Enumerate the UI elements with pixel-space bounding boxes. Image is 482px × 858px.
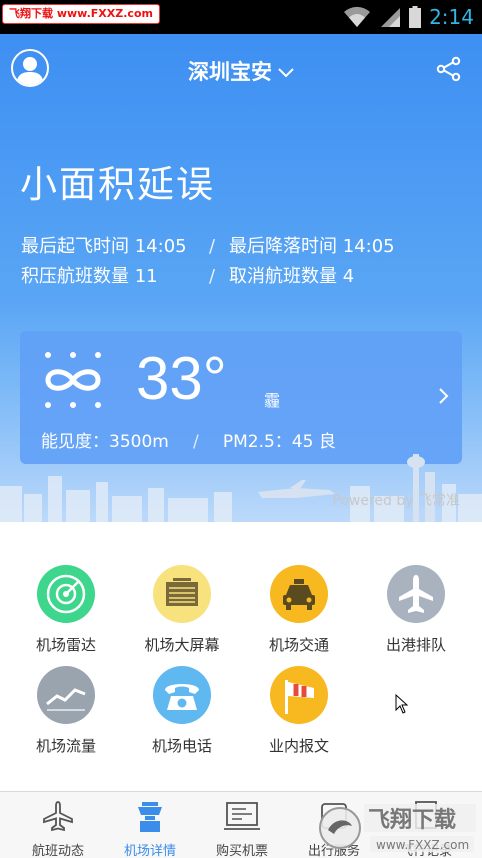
info-line-2: 积压航班数量 11 / 取消航班数量 4 bbox=[21, 262, 354, 288]
delay-status-title: 小面积延误 bbox=[20, 163, 215, 206]
tab-airport-details[interactable]: 机场详情 bbox=[102, 792, 198, 858]
radar-icon bbox=[37, 565, 95, 623]
plane-tab-icon bbox=[43, 801, 73, 832]
board-icon bbox=[153, 565, 211, 623]
tab-buy-tickets[interactable]: 购买机票 bbox=[194, 792, 290, 858]
grid-item-departure-queue[interactable]: 出港排队 bbox=[356, 565, 476, 655]
app-screen: 飞翔下载 www.FXXZ.com 2:14 深圳宝安 小面积延误 最后起飞时间… bbox=[0, 0, 482, 858]
powered-by: Powered by 飞常准 bbox=[332, 493, 460, 509]
pm25: PM2.5：45 良 bbox=[222, 432, 336, 452]
grid-item-industry-messages[interactable]: 业内报文 bbox=[239, 666, 359, 756]
city-selector[interactable]: 深圳宝安 bbox=[0, 56, 482, 86]
watermark-tag: 飞翔下载 www.FXXZ.com bbox=[2, 4, 160, 24]
grid-item-traffic[interactable]: 机场流量 bbox=[6, 666, 126, 756]
signal-icon bbox=[381, 8, 401, 27]
fxxz-logo-watermark: 飞翔下载 www.FXXZ.com bbox=[319, 804, 476, 852]
grid-item-transport[interactable]: 机场交通 bbox=[239, 565, 359, 655]
last-landing: 最后降落时间 14:05 bbox=[229, 236, 395, 257]
grid-label: 机场雷达 bbox=[35, 636, 96, 654]
status-icons: 2:14 bbox=[343, 0, 474, 34]
status-bar: 飞翔下载 www.FXXZ.com 2:14 bbox=[0, 0, 482, 34]
temperature: 33° bbox=[136, 345, 227, 412]
grid-label: 机场交通 bbox=[268, 636, 329, 654]
wifi-icon bbox=[344, 6, 371, 27]
grid-label: 机场电话 bbox=[151, 737, 212, 755]
grid-label: 机场流量 bbox=[35, 737, 96, 755]
phone-icon bbox=[153, 666, 211, 724]
tab-label: 购买机票 bbox=[215, 844, 268, 858]
windsock-icon bbox=[270, 666, 328, 724]
tab-flight-status[interactable]: 航班动态 bbox=[10, 792, 106, 858]
haze-icon bbox=[45, 352, 101, 408]
tab-label: 机场详情 bbox=[123, 844, 176, 858]
grid-label: 机场大屏幕 bbox=[144, 636, 220, 654]
taxi-icon bbox=[270, 565, 328, 623]
airport-skyline-illustration bbox=[0, 454, 482, 522]
cancelled-count: 取消航班数量 4 bbox=[229, 266, 355, 287]
chevron-down-icon bbox=[278, 68, 294, 78]
backlog-count: 积压航班数量 11 bbox=[21, 266, 158, 287]
clock: 2:14 bbox=[429, 5, 474, 29]
city-name: 深圳宝安 bbox=[188, 60, 272, 84]
ticket-tab-icon bbox=[224, 802, 260, 830]
weather-description: 霾 bbox=[264, 391, 281, 410]
plane-icon bbox=[387, 565, 445, 623]
grid-item-radar[interactable]: 机场雷达 bbox=[6, 565, 126, 655]
airport-header: 深圳宝安 小面积延误 最后起飞时间 14:05 / 最后降落时间 14:05 积压航… bbox=[0, 34, 482, 522]
separator: / bbox=[208, 236, 216, 257]
tower-tab-icon bbox=[138, 802, 162, 832]
last-takeoff: 最后起飞时间 14:05 bbox=[21, 236, 187, 257]
separator: / bbox=[208, 266, 216, 287]
weather-details: 能见度：3500m / PM2.5：45 良 bbox=[41, 427, 336, 452]
weather-card[interactable]: 33° 霾 能见度：3500m / PM2.5：45 良 bbox=[20, 331, 462, 464]
svg-text:www.FXXZ.com: www.FXXZ.com bbox=[376, 838, 469, 852]
mouse-cursor-icon bbox=[395, 694, 409, 714]
grid-label: 业内报文 bbox=[268, 737, 329, 755]
grid-item-phone[interactable]: 机场电话 bbox=[122, 666, 242, 756]
chart-icon bbox=[37, 666, 95, 724]
separator: / bbox=[192, 432, 199, 452]
tab-label: 航班动态 bbox=[31, 844, 84, 858]
grid-item-board[interactable]: 机场大屏幕 bbox=[122, 565, 242, 655]
chevron-right-icon bbox=[439, 388, 449, 404]
svg-text:飞翔下载: 飞翔下载 bbox=[368, 807, 456, 833]
share-icon[interactable] bbox=[436, 56, 462, 82]
info-line-1: 最后起飞时间 14:05 / 最后降落时间 14:05 bbox=[21, 232, 395, 258]
battery-icon bbox=[409, 6, 422, 28]
visibility: 能见度：3500m bbox=[41, 432, 169, 452]
grid-label: 出港排队 bbox=[385, 636, 446, 654]
